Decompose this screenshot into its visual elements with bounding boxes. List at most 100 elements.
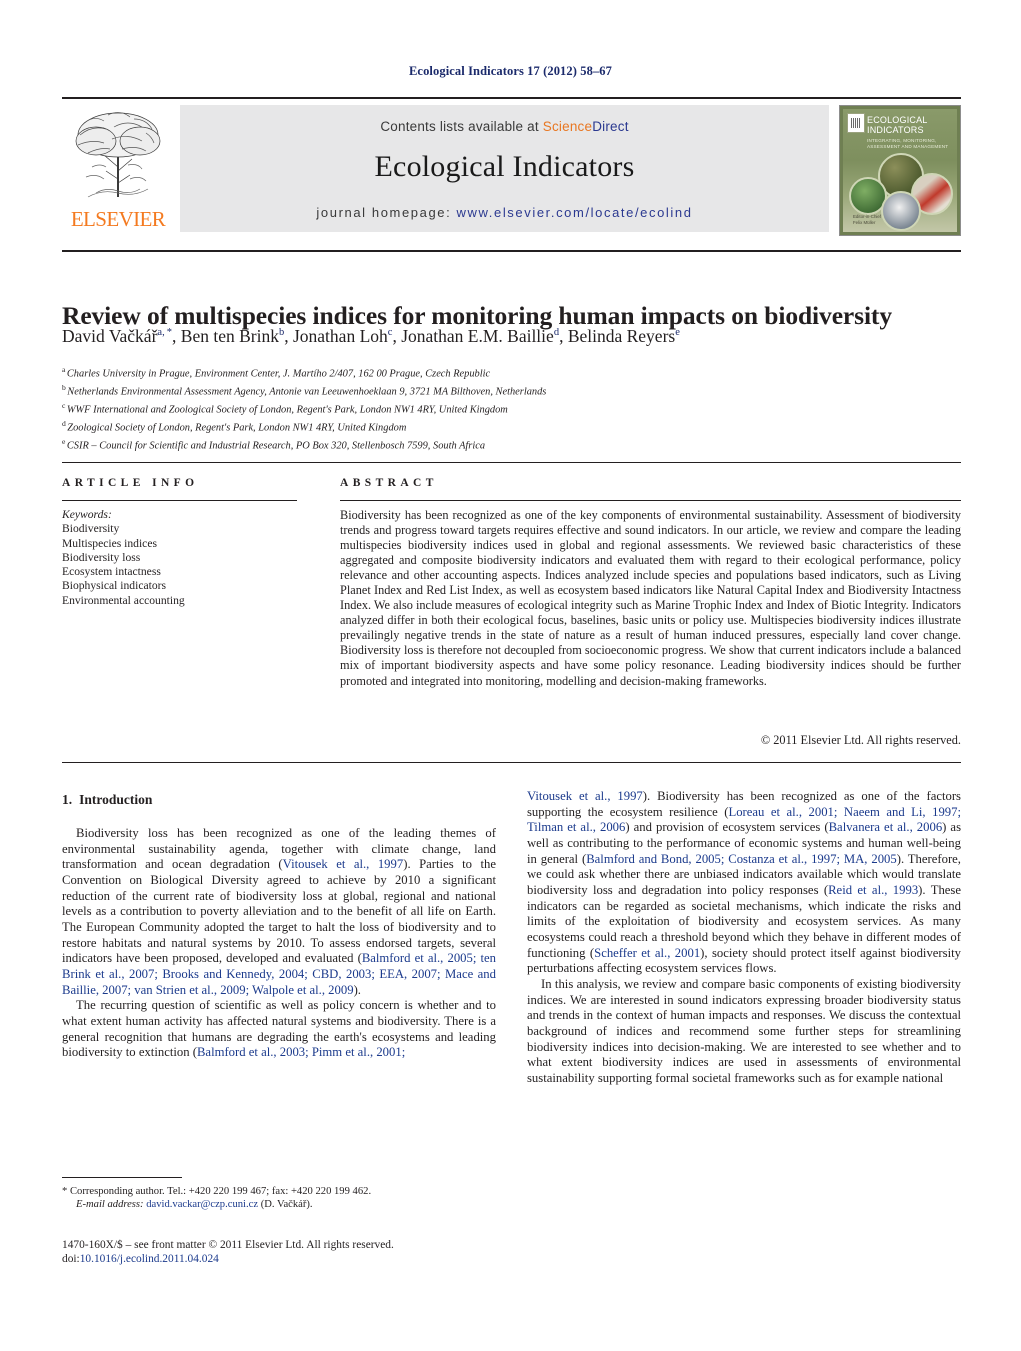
section-number: 1. (62, 792, 73, 807)
author-item: Jonathan Lohc (293, 326, 392, 346)
cover-editor-name: Felix Müller (853, 220, 876, 225)
keyword-item: Environmental accounting (62, 593, 185, 607)
author-affiliation-marker: c (387, 327, 393, 338)
footnote-divider (62, 1177, 182, 1178)
author-affiliation-marker: a, * (157, 327, 173, 338)
journal-homepage-line: journal homepage: www.elsevier.com/locat… (180, 205, 829, 220)
affiliation-text: Netherlands Environmental Assessment Age… (67, 386, 547, 398)
author-name: Belinda Reyers (567, 325, 676, 346)
cover-subtitle: INTEGRATING, MONITORING, ASSESSMENT AND … (867, 138, 949, 149)
imprint-block: 1470-160X/$ – see front matter © 2011 El… (62, 1238, 496, 1266)
cover-footer: Editor-in-Chief Felix Müller (853, 214, 881, 226)
paragraph-text: ). Parties to the Convention on Biologic… (62, 857, 496, 966)
section-title: Introduction (79, 792, 153, 807)
keyword-item: Ecosystem intactness (62, 565, 161, 579)
keyword-item: Biophysical indicators (62, 579, 167, 593)
affiliation-item: d Zoological Society of London, Regent's … (62, 417, 961, 435)
contents-lists-prefix: Contents lists available at (380, 119, 543, 134)
citation-link[interactable]: Vitousek et al., 1997 (527, 789, 643, 803)
homepage-label: journal homepage: (316, 205, 452, 220)
journal-masthead: ELSEVIER Contents lists available at Sci… (62, 97, 961, 236)
abstract-heading: ABSTRACT (340, 477, 438, 489)
affiliation-item: c WWF International and Zoological Societ… (62, 399, 961, 417)
section-heading-introduction: 1. Introduction (62, 792, 152, 808)
journal-cover-thumbnail: ECOLOGICAL INDICATORS INTEGRATING, MONIT… (839, 105, 961, 236)
journal-banner: Contents lists available at ScienceDirec… (180, 105, 829, 232)
affiliation-text: Zoological Society of London, Regent's P… (67, 422, 407, 434)
citation-link[interactable]: Vitousek et al., 1997 (283, 857, 404, 871)
homepage-url[interactable]: www.elsevier.com/locate/ecolind (457, 205, 693, 220)
cover-title-line2: INDICATORS (867, 125, 924, 135)
contents-lists-line: Contents lists available at ScienceDirec… (180, 119, 829, 134)
body-column-left: Biodiversity loss has been recognized as… (62, 826, 496, 1061)
author-name: Jonathan E.M. Baillie (401, 325, 554, 346)
issn-front-matter: 1470-160X/$ – see front matter © 2011 El… (62, 1239, 394, 1251)
sciencedirect-link[interactable]: ScienceDirect (543, 119, 629, 134)
cover-title: ECOLOGICAL INDICATORS (867, 115, 953, 135)
corresponding-author-marker: * (62, 1186, 68, 1197)
affiliation-item: e CSIR – Council for Scientific and Indus… (62, 435, 961, 453)
elsevier-logo: ELSEVIER (62, 105, 174, 232)
author-item: Jonathan E.M. Baillied (401, 326, 559, 346)
keyword-item: Multispecies indices (62, 536, 157, 550)
affiliation-list: a Charles University in Prague, Environme… (62, 363, 961, 452)
corresponding-author-text: Corresponding author. Tel.: +420 220 199… (69, 1186, 372, 1197)
author-affiliation-marker: e (675, 327, 680, 338)
author-affiliation-marker: d (553, 327, 560, 338)
citation-link[interactable]: Balvanera et al., 2006 (829, 820, 943, 834)
elsevier-wordmark: ELSEVIER (70, 207, 166, 231)
paragraph-text: ) and provision of ecosystem services ( (625, 820, 829, 835)
abstract-copyright: © 2011 Elsevier Ltd. All rights reserved… (760, 733, 961, 747)
citation-link[interactable]: Balmford et al., 2003; Pimm et al., 2001… (197, 1045, 405, 1059)
journal-title: Ecological Indicators (374, 150, 635, 183)
paragraph: Biodiversity loss has been recognized as… (62, 826, 496, 998)
elsevier-tree-icon (75, 112, 161, 198)
email-owner: (D. Vačkář). (260, 1199, 313, 1211)
affiliation-text: Charles University in Prague, Environmen… (66, 368, 491, 380)
footnote-block: * Corresponding author. Tel.: +420 220 1… (62, 1185, 496, 1211)
cover-title-line1: ECOLOGICAL (867, 115, 928, 125)
body-column-right: Vitousek et al., 1997). Biodiversity has… (527, 789, 961, 1086)
abstract-divider-bottom (62, 762, 961, 763)
author-item: Ben ten Brinkb (181, 326, 284, 346)
cover-artwork: ECOLOGICAL INDICATORS INTEGRATING, MONIT… (843, 109, 957, 232)
author-name: Ben ten Brink (180, 325, 279, 346)
paragraph-text: ). (353, 982, 361, 997)
citation-link[interactable]: Scheffer et al., 2001 (594, 946, 700, 960)
cover-photo-collage (845, 153, 955, 231)
paragraph: Vitousek et al., 1997). Biodiversity has… (527, 789, 961, 977)
email-label: E-mail address: (76, 1199, 144, 1211)
paragraph: In this analysis, we review and compare … (527, 976, 961, 1085)
doi-value[interactable]: 10.1016/j.ecolind.2011.04.024 (80, 1253, 219, 1265)
info-divider-top (62, 462, 961, 463)
author-item: Belinda Reyerse (568, 326, 680, 346)
cover-photo-4 (881, 191, 921, 231)
abstract-text: Biodiversity has been recognized as one … (340, 508, 961, 688)
sciencedirect-direct-word: Direct (592, 119, 629, 134)
email-note: E-mail address: david.vackar@czp.cuni.cz… (62, 1198, 496, 1211)
keywords-block: Keywords: Biodiversity Multispecies indi… (62, 508, 312, 608)
keywords-label: Keywords: (62, 508, 112, 521)
doi-line: doi:10.1016/j.ecolind.2011.04.024 (62, 1252, 496, 1266)
email-link[interactable]: david.vackar@czp.cuni.cz (146, 1199, 258, 1210)
affiliation-item: b Netherlands Environmental Assessment Ag… (62, 381, 961, 399)
citation-link[interactable]: Reid et al., 1993 (828, 883, 918, 897)
author-item: David Vačkářa, * (62, 326, 172, 346)
corresponding-author-note: * Corresponding author. Tel.: +420 220 1… (62, 1185, 496, 1198)
author-affiliation-marker: b (278, 327, 285, 338)
journal-article-page: Ecological Indicators 17 (2012) 58–67 EL… (0, 0, 1021, 1351)
running-head: Ecological Indicators 17 (2012) 58–67 (409, 64, 612, 78)
keyword-item: Biodiversity (62, 522, 120, 536)
abstract-underline (340, 500, 961, 501)
elsevier-badge-icon (847, 113, 865, 133)
affiliation-text: CSIR – Council for Scientific and Indust… (66, 439, 486, 451)
citation-link[interactable]: Balmford and Bond, 2005; Costanza et al.… (586, 852, 897, 866)
title-divider (62, 250, 961, 252)
affiliation-item: a Charles University in Prague, Environme… (62, 363, 961, 381)
paragraph: The recurring question of scientific as … (62, 998, 496, 1061)
article-info-heading: ARTICLE INFO (62, 477, 199, 489)
doi-label: doi: (62, 1253, 80, 1265)
keyword-item: Biodiversity loss (62, 550, 141, 564)
sciencedirect-science-word: Science (542, 119, 593, 134)
author-list: David Vačkářa, *, Ben ten Brinkb, Jonath… (62, 325, 680, 346)
